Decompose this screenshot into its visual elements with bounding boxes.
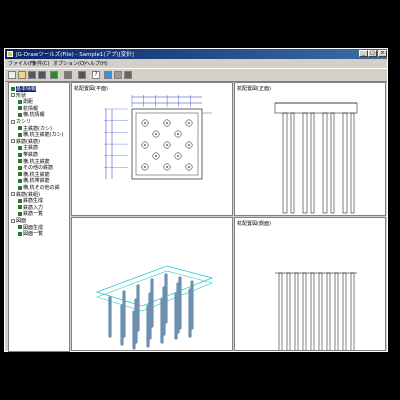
pile-elevation [302,272,307,350]
app-icon [7,51,13,57]
node-icon [18,112,22,117]
node-icon [18,225,22,230]
side-view-pane[interactable]: 杭配置図(側面) [234,217,386,351]
menu-condition[interactable]: 条件(C) [32,60,49,67]
view2-icon[interactable] [114,71,122,79]
pile-center [144,166,146,168]
cap-outline-top [95,265,214,307]
window-title: JG-Drawツールズ(File) - Sample1(アプ)[変針] [16,52,134,58]
pile-center [155,133,157,135]
pile-elevation [310,272,315,350]
node-icon [18,106,22,111]
export-icon[interactable] [50,71,58,79]
cap-outline-bottom [96,270,213,312]
front-view-pane[interactable]: 杭配置図(正面) [234,82,386,216]
app-window: JG-Drawツールズ(File) - Sample1(アプ)[変針] _ □ … [4,48,388,352]
node-icon [18,178,22,183]
menu-help[interactable]: ヘルプ(H) [85,60,108,67]
plan-view-pane[interactable]: 杭配置図(平面) [71,82,233,216]
pile-elevation [326,272,331,350]
tree-item-label: 図面一覧 [23,231,44,238]
print-icon[interactable] [64,71,72,79]
iso-view-drawing [95,265,214,350]
node-icon [18,165,22,170]
pile-elevation [322,112,328,214]
pile-elevation [286,272,291,350]
plan-view-drawing [104,95,212,180]
pile-center [177,155,179,157]
pile-center [166,166,168,168]
expander-icon[interactable]: - [11,139,15,144]
pile-center [155,155,157,157]
maximize-button[interactable]: □ [368,50,377,57]
pile-center [166,122,168,124]
pile-elevation [350,272,355,350]
minimize-button[interactable]: _ [359,50,368,57]
save-icon[interactable] [28,71,36,79]
expander-icon[interactable]: - [11,119,15,124]
pile-center [188,166,190,168]
pile-elevation [318,272,323,350]
pile-elevation [342,112,348,214]
menu-bar: ファイル(F) 条件(C) オプション(O) ヘルプ(H) [5,59,387,68]
node-icon [18,145,22,150]
pile-center [177,133,179,135]
pile-elevation [290,112,295,214]
side-view-drawing [275,272,357,350]
node-icon [18,132,22,137]
node-icon [18,159,22,164]
node-icon [18,185,22,190]
navigation-tree[interactable]: 基本情報 - 形状 測距 杭情報 横,杭情報 - カシリ 主鉄筋(カシ) 横,杭主鉄筋(カシ) - 鉄… [8,82,70,352]
pile-elevation [302,112,308,214]
menu-option[interactable]: オプション(O) [53,60,86,67]
pile-elevation [278,272,283,350]
help-icon[interactable]: ? [92,71,100,79]
node-icon [18,172,22,177]
front-view-drawing [274,102,358,214]
view3-icon[interactable] [124,71,132,79]
expander-icon[interactable]: - [11,218,15,223]
save-as-icon[interactable] [38,71,46,79]
pile-elevation [294,272,299,350]
view1-icon[interactable] [104,71,112,79]
expander-icon[interactable]: - [11,192,15,197]
toolbar: ? [5,68,387,82]
node-icon [11,86,15,91]
cap-body [274,102,358,114]
node-icon [18,231,22,236]
pile-center [188,144,190,146]
node-icon [18,152,22,157]
node-icon [18,198,22,203]
expander-icon[interactable]: - [11,93,15,98]
pile-center [144,144,146,146]
title-bar: JG-Drawツールズ(File) - Sample1(アプ)[変針] _ □ … [5,49,387,59]
pile-center [188,122,190,124]
pile-cap-outline [131,108,203,180]
close-button[interactable]: × [378,50,387,57]
menu-file[interactable]: ファイル(F) [8,60,35,67]
pile-elevation [330,112,335,214]
tree-item[interactable]: 図面一覧 [18,230,43,237]
node-icon [18,211,22,216]
pile-elevation [350,112,355,214]
preview-icon[interactable] [78,71,86,79]
open-icon[interactable] [18,71,26,79]
node-icon [18,99,22,104]
iso-view-pane[interactable] [71,217,233,351]
pile-elevation [282,112,288,214]
pile-elevation [342,272,347,350]
new-icon[interactable] [8,71,16,79]
node-icon [18,205,22,210]
pile-elevation [334,272,339,350]
pile-center [166,144,168,146]
pile-elevation [310,112,315,214]
pile-center [144,122,146,124]
node-icon [18,126,22,131]
